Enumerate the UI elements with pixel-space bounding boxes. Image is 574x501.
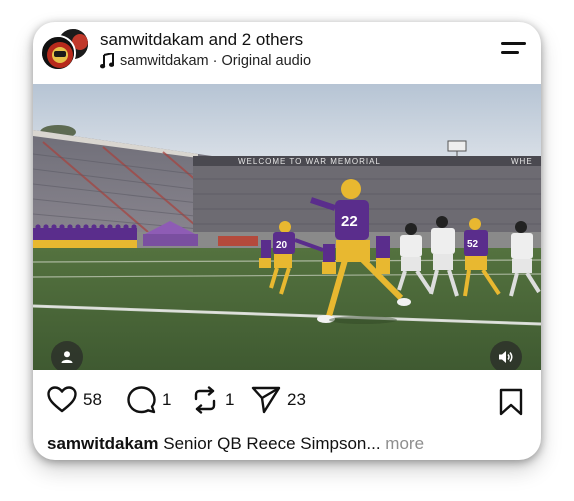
audio-attribution[interactable]: samwitdakam · Original audio xyxy=(100,53,311,69)
repost-button[interactable]: 1 xyxy=(191,386,234,414)
music-note-icon xyxy=(100,53,114,69)
coauthors-label[interactable]: and 2 others xyxy=(209,30,304,49)
audio-username: samwitdakam xyxy=(120,53,209,69)
send-icon xyxy=(251,386,281,414)
post-card: samwitdakam and 2 others samwitdakam · O… xyxy=(33,22,541,460)
video-frame: WELCOME TO WAR MEMORIAL WHE 20 22 52 xyxy=(33,84,541,370)
repost-icon xyxy=(194,386,216,414)
like-count: 58 xyxy=(83,389,102,409)
menu-icon[interactable] xyxy=(499,40,527,60)
comment-count: 1 xyxy=(162,390,172,409)
audio-separator: · xyxy=(208,53,222,69)
stadium-sign: WELCOME TO WAR MEMORIAL xyxy=(238,157,381,166)
speaker-icon xyxy=(499,351,513,363)
jersey-number: 22 xyxy=(341,213,358,230)
share-button[interactable]: 23 xyxy=(251,386,306,414)
like-button[interactable]: 58 xyxy=(47,386,102,413)
post-header: samwitdakam and 2 others samwitdakam · O… xyxy=(33,22,541,84)
stadium-sign-right: WHE xyxy=(511,157,533,166)
comment-button[interactable]: 1 xyxy=(127,386,171,414)
post-title: samwitdakam and 2 others xyxy=(100,30,303,50)
action-bar: 58 1 1 23 xyxy=(33,370,541,426)
comment-icon xyxy=(127,386,156,414)
sound-toggle-button[interactable] xyxy=(490,341,522,370)
audio-label: Original audio xyxy=(221,53,312,69)
more-link[interactable]: more xyxy=(385,434,424,453)
caption-text: Senior QB Reece Simpson... xyxy=(163,434,381,453)
share-count: 23 xyxy=(287,390,306,409)
caption-username[interactable]: samwitdakam xyxy=(47,434,159,453)
repost-count: 1 xyxy=(225,390,235,409)
bookmark-icon xyxy=(499,388,523,416)
heart-icon xyxy=(47,386,77,413)
author-username[interactable]: samwitdakam xyxy=(100,30,204,49)
tagged-users-button[interactable] xyxy=(51,341,83,370)
avatar-group[interactable] xyxy=(40,27,92,71)
user-icon xyxy=(61,351,73,363)
jersey-number: 52 xyxy=(467,239,479,250)
post-caption: samwitdakam Senior QB Reece Simpson... m… xyxy=(47,434,424,454)
save-button[interactable] xyxy=(499,388,523,421)
avatar[interactable] xyxy=(40,35,76,71)
jersey-number: 20 xyxy=(276,240,288,251)
post-video[interactable]: WELCOME TO WAR MEMORIAL WHE 20 22 52 xyxy=(33,84,541,370)
